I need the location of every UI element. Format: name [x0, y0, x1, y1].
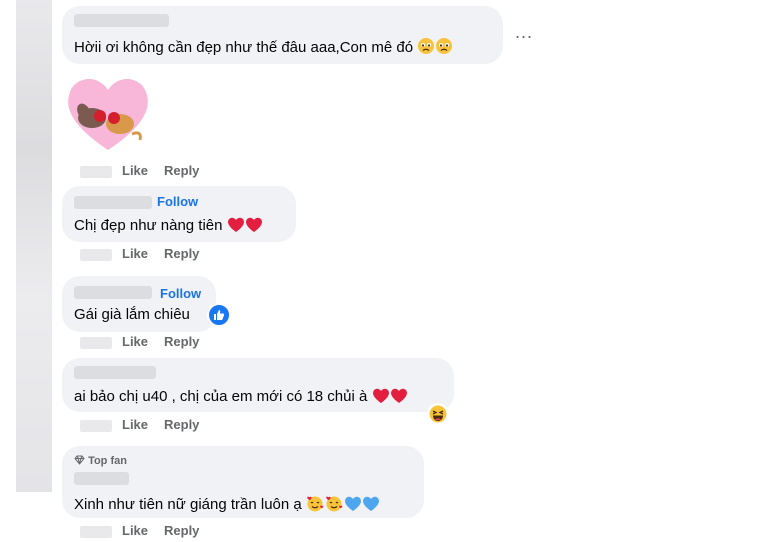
- top-fan-label: Top fan: [88, 455, 127, 467]
- blue-heart-icon: [362, 496, 379, 511]
- timestamp[interactable]: [80, 525, 112, 538]
- blue-heart-icon: [344, 496, 361, 511]
- smiling-face-with-hearts-icon: [307, 496, 324, 512]
- comment-5: Top fan Xinh như tiên nữ giáng trần luôn…: [0, 0, 780, 542]
- like-button[interactable]: Like: [122, 523, 148, 538]
- top-fan-badge: Top fan: [74, 455, 127, 467]
- comment-actions: Like Reply: [80, 523, 215, 538]
- reply-button[interactable]: Reply: [164, 523, 199, 538]
- smiling-face-with-hearts-icon: [326, 496, 343, 512]
- commenter-name[interactable]: [74, 472, 129, 485]
- diamond-icon: [74, 455, 85, 465]
- comment-bubble: Top fan Xinh như tiên nữ giáng trần luôn…: [62, 446, 424, 518]
- comment-text: Xinh như tiên nữ giáng trần luôn ạ: [74, 494, 380, 513]
